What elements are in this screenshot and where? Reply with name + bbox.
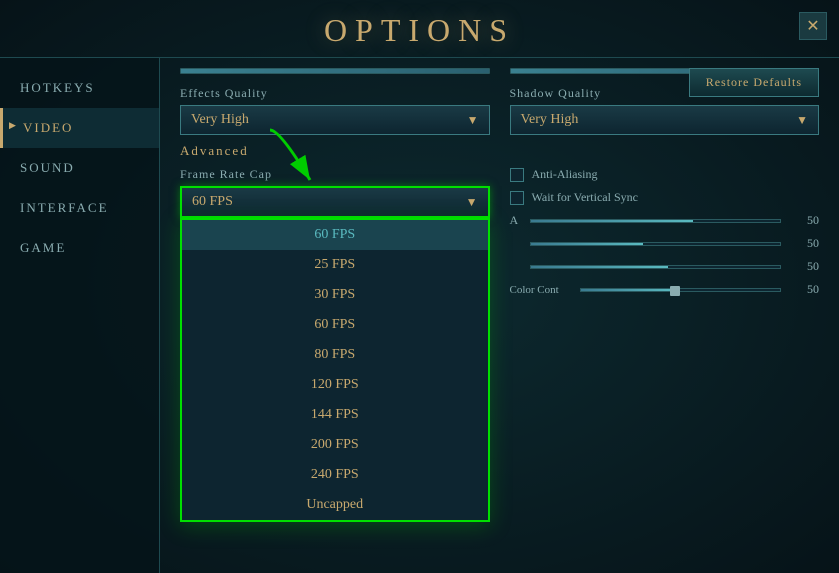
- frame-rate-cap-menu: 60 FPS 25 FPS 30 FPS 60 FPS 80 FPS 120 F…: [180, 218, 490, 522]
- slider-fill-3: [531, 266, 668, 268]
- sidebar-item-video[interactable]: VIDEO: [0, 108, 159, 148]
- shadow-quality-arrow-icon: ▼: [796, 113, 808, 128]
- frame-rate-cap-value: 60 FPS: [192, 194, 233, 210]
- slider-bar-1[interactable]: [530, 219, 782, 223]
- effects-quality-group: Effects Quality Very High ▼: [180, 86, 490, 135]
- header: OPTIONS ✕: [0, 0, 839, 58]
- color-contrast-thumb[interactable]: [670, 286, 680, 296]
- frame-rate-cap-dropdown[interactable]: 60 FPS ▼: [180, 186, 490, 218]
- anti-aliasing-label: Anti-Aliasing: [532, 167, 598, 182]
- sidebar-item-interface[interactable]: INTERFACE: [0, 188, 159, 228]
- slider-fill-1: [531, 220, 693, 222]
- slider-row-2: 50: [510, 236, 820, 251]
- frame-rate-option-120fps[interactable]: 120 FPS: [182, 370, 488, 400]
- sidebar: HOTKEYS VIDEO SOUND INTERFACE GAME: [0, 58, 160, 573]
- shadow-quality-dropdown[interactable]: Very High ▼: [510, 105, 820, 135]
- color-contrast-value: 50: [789, 282, 819, 297]
- vertical-sync-label: Wait for Vertical Sync: [532, 190, 638, 205]
- restore-defaults-button[interactable]: Restore Defaults: [689, 68, 819, 97]
- advanced-section-label: Advanced: [180, 143, 819, 159]
- effects-quality-label: Effects Quality: [180, 86, 490, 101]
- color-contrast-section: Color Cont 50: [510, 282, 820, 297]
- effects-quality-value: Very High: [191, 112, 249, 128]
- slider-bar-3[interactable]: [530, 265, 782, 269]
- frame-rate-cap-arrow-icon: ▼: [466, 195, 478, 210]
- vertical-sync-checkbox[interactable]: Wait for Vertical Sync: [510, 190, 820, 205]
- frame-rate-option-60fps-2[interactable]: 60 FPS: [182, 310, 488, 340]
- color-contrast-label: Color Cont: [510, 284, 580, 296]
- slider-row-1: A 50: [510, 213, 820, 228]
- frame-rate-option-30fps[interactable]: 30 FPS: [182, 280, 488, 310]
- frame-rate-option-60fps-1[interactable]: 60 FPS: [182, 220, 488, 250]
- frame-rate-cap-label: Frame Rate Cap: [180, 167, 490, 182]
- advanced-options-right: Anti-Aliasing Wait for Vertical Sync A 5…: [510, 167, 820, 305]
- frame-rate-option-240fps[interactable]: 240 FPS: [182, 460, 488, 490]
- frame-rate-option-80fps[interactable]: 80 FPS: [182, 340, 488, 370]
- frame-rate-option-uncapped[interactable]: Uncapped: [182, 490, 488, 520]
- top-slider-left[interactable]: [180, 68, 490, 74]
- content-area: Restore Defaults Effects Quality Very Hi…: [160, 58, 839, 573]
- slider-bar-2[interactable]: [530, 242, 782, 246]
- effects-quality-dropdown[interactable]: Very High ▼: [180, 105, 490, 135]
- slider-row-3: 50: [510, 259, 820, 274]
- effects-quality-arrow-icon: ▼: [467, 113, 479, 128]
- color-contrast-fill: [581, 289, 675, 291]
- anti-aliasing-checkbox-box[interactable]: [510, 168, 524, 182]
- anti-aliasing-checkbox[interactable]: Anti-Aliasing: [510, 167, 820, 182]
- close-button[interactable]: ✕: [799, 12, 827, 40]
- sliders-section: A 50 50: [510, 213, 820, 274]
- frame-rate-option-144fps[interactable]: 144 FPS: [182, 400, 488, 430]
- sidebar-item-sound[interactable]: SOUND: [0, 148, 159, 188]
- frame-rate-section: Frame Rate Cap 60 FPS ▼ 60 FPS 25 FPS 30…: [180, 167, 819, 305]
- frame-rate-cap-group: Frame Rate Cap 60 FPS ▼ 60 FPS 25 FPS 30…: [180, 167, 490, 305]
- shadow-quality-value: Very High: [521, 112, 579, 128]
- frame-rate-option-25fps[interactable]: 25 FPS: [182, 250, 488, 280]
- slider-fill-2: [531, 243, 643, 245]
- frame-rate-option-200fps[interactable]: 200 FPS: [182, 430, 488, 460]
- sidebar-item-hotkeys[interactable]: HOTKEYS: [0, 68, 159, 108]
- color-contrast-row: Color Cont 50: [510, 282, 820, 297]
- slider-value-3: 50: [789, 259, 819, 274]
- page-title: OPTIONS: [324, 12, 515, 48]
- main-layout: HOTKEYS VIDEO SOUND INTERFACE GAME Resto…: [0, 58, 839, 573]
- sidebar-item-game[interactable]: GAME: [0, 228, 159, 268]
- slider-value-1: 50: [789, 213, 819, 228]
- slider-letter-1: A: [510, 213, 530, 228]
- color-contrast-bar[interactable]: [580, 288, 782, 292]
- slider-value-2: 50: [789, 236, 819, 251]
- vertical-sync-checkbox-box[interactable]: [510, 191, 524, 205]
- frame-rate-dropdown-wrapper: 60 FPS ▼ 60 FPS 25 FPS 30 FPS 60 FPS 80 …: [180, 186, 490, 218]
